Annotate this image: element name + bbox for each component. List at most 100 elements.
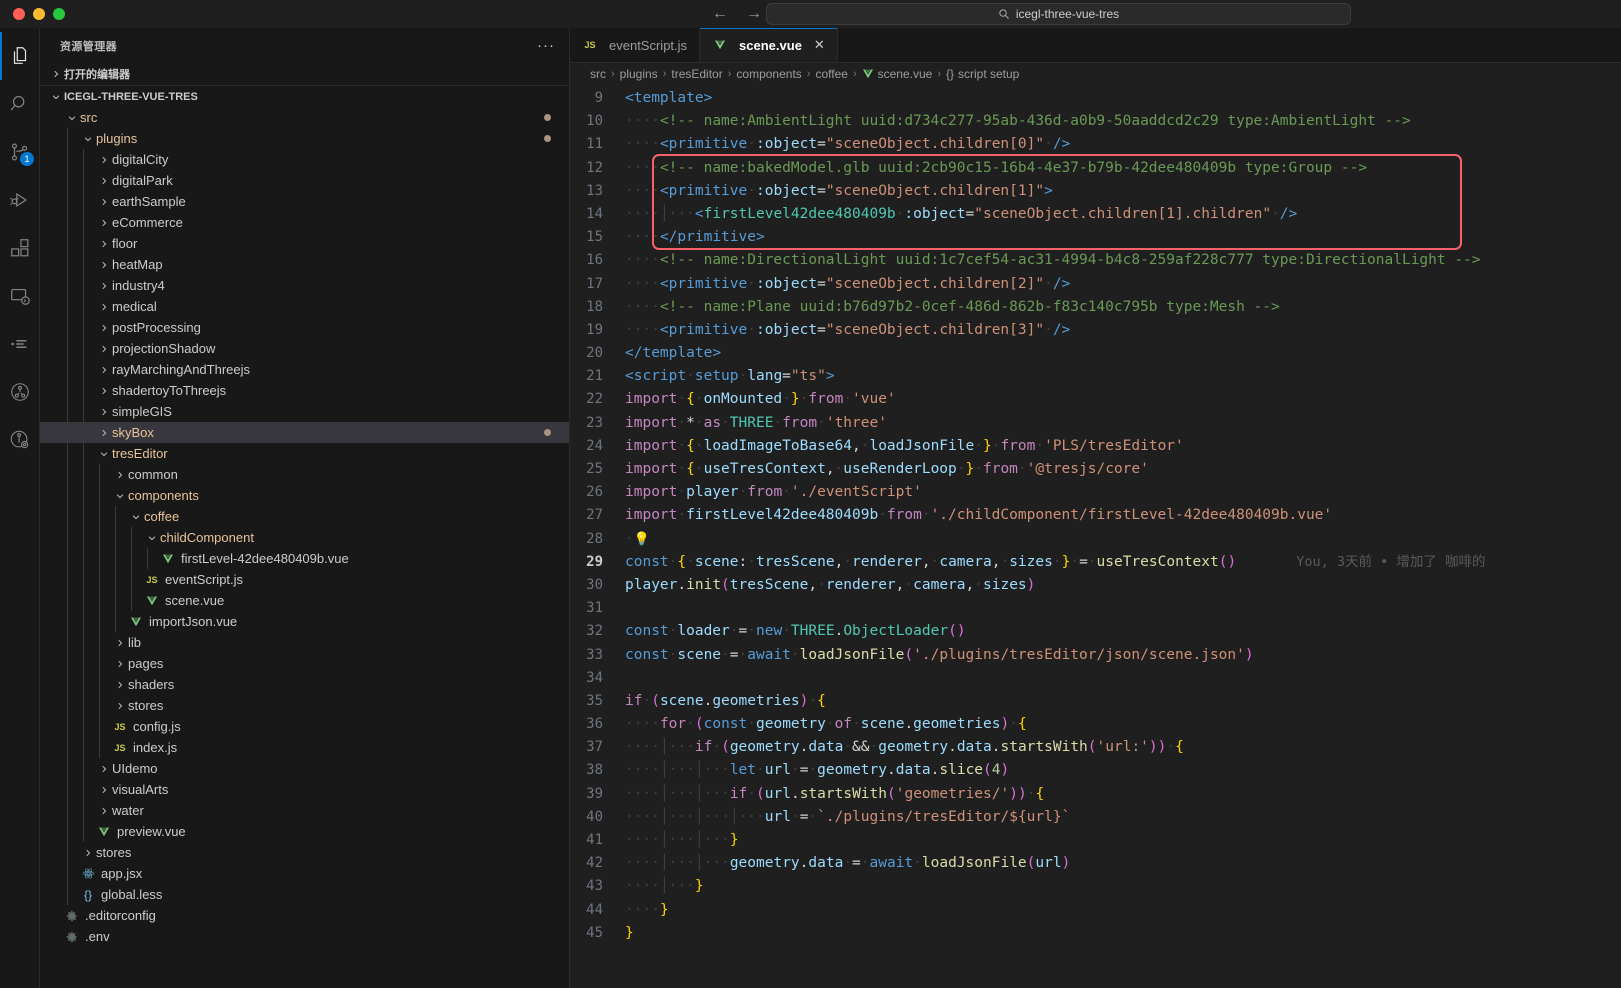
chevron-right-icon[interactable]	[96, 386, 112, 396]
chevron-right-icon[interactable]	[96, 344, 112, 354]
code-line[interactable]: 27import·firstLevel42dee480409b·from·'./…	[570, 504, 1621, 527]
code-line[interactable]: 12····<!-- name:bakedModel.glb uuid:2cb9…	[570, 157, 1621, 180]
chevron-right-icon[interactable]	[96, 218, 112, 228]
chevron-right-icon[interactable]	[112, 470, 128, 480]
editor-tab[interactable]: scene.vue✕	[700, 28, 838, 62]
code-line[interactable]: 45}	[570, 922, 1621, 945]
tree-folder-row[interactable]: water	[40, 800, 569, 821]
maximize-window-button[interactable]	[53, 8, 65, 20]
chevron-down-icon[interactable]	[80, 134, 96, 144]
tree-file-row[interactable]: app.jsx	[40, 863, 569, 884]
back-arrow-icon[interactable]: ←	[712, 6, 728, 22]
tree-folder-row[interactable]: eCommerce	[40, 212, 569, 233]
tree-folder-row[interactable]: medical	[40, 296, 569, 317]
code-line[interactable]: 24import·{·loadImageToBase64,·loadJsonFi…	[570, 435, 1621, 458]
chevron-right-icon[interactable]	[80, 848, 96, 858]
chevron-right-icon[interactable]	[96, 155, 112, 165]
code-line[interactable]: 40····│···│···│···url·=·`./plugins/tresE…	[570, 806, 1621, 829]
tree-file-row[interactable]: JSeventScript.js	[40, 569, 569, 590]
chevron-right-icon[interactable]	[96, 785, 112, 795]
tree-folder-row[interactable]: projectionShadow	[40, 338, 569, 359]
code-line[interactable]: 19····<primitive·:object="sceneObject.ch…	[570, 319, 1621, 342]
tree-folder-row[interactable]: shaders	[40, 674, 569, 695]
tree-folder-row[interactable]: heatMap	[40, 254, 569, 275]
tree-file-row[interactable]: firstLevel-42dee480409b.vue	[40, 548, 569, 569]
breadcrumb-item[interactable]: components	[736, 67, 801, 81]
chevron-right-icon[interactable]	[96, 428, 112, 438]
chevron-right-icon[interactable]	[112, 659, 128, 669]
tree-folder-row[interactable]: digitalCity	[40, 149, 569, 170]
activity-search[interactable]	[0, 80, 40, 128]
open-editors-section[interactable]: 打开的编辑器	[40, 63, 569, 85]
activity-extensions[interactable]	[0, 224, 40, 272]
code-line[interactable]: 10····<!-- name:AmbientLight uuid:d734c2…	[570, 110, 1621, 133]
activity-explorer[interactable]	[0, 32, 40, 80]
code-line[interactable]: 44····}	[570, 899, 1621, 922]
code-line[interactable]: 9<template>	[570, 87, 1621, 110]
breadcrumb-item[interactable]: src	[590, 67, 606, 81]
chevron-right-icon[interactable]	[96, 806, 112, 816]
tree-file-row[interactable]: JSindex.js	[40, 737, 569, 758]
code-line[interactable]: 14····│···<firstLevel42dee480409b·:objec…	[570, 203, 1621, 226]
chevron-right-icon[interactable]	[96, 239, 112, 249]
code-line[interactable]: 26import·player·from·'./eventScript'	[570, 481, 1621, 504]
tree-folder-row[interactable]: src	[40, 107, 569, 128]
activity-git-graph[interactable]	[0, 368, 40, 416]
activity-testing[interactable]	[0, 320, 40, 368]
chevron-right-icon[interactable]	[96, 365, 112, 375]
tree-file-row[interactable]: {}global.less	[40, 884, 569, 905]
code-line[interactable]: 13····<primitive·:object="sceneObject.ch…	[570, 180, 1621, 203]
tree-file-row[interactable]: preview.vue	[40, 821, 569, 842]
code-line[interactable]: 18····<!-- name:Plane uuid:b76d97b2-0cef…	[570, 296, 1621, 319]
tree-folder-row[interactable]: plugins	[40, 128, 569, 149]
activity-source-control[interactable]: 1	[0, 128, 40, 176]
tree-folder-row[interactable]: visualArts	[40, 779, 569, 800]
tree-folder-row[interactable]: pages	[40, 653, 569, 674]
breadcrumb-item[interactable]: tresEditor	[671, 67, 722, 81]
code-editor[interactable]: 9<template>10····<!-- name:AmbientLight …	[570, 85, 1621, 988]
chevron-right-icon[interactable]	[112, 680, 128, 690]
chevron-right-icon[interactable]	[96, 323, 112, 333]
code-line[interactable]: 34	[570, 667, 1621, 690]
chevron-right-icon[interactable]	[96, 176, 112, 186]
code-line[interactable]: 42····│···│···geometry.data·=·await·load…	[570, 852, 1621, 875]
code-line[interactable]: 28·💡	[570, 528, 1621, 551]
tree-folder-row[interactable]: shadertoyToThreejs	[40, 380, 569, 401]
code-line[interactable]: 15····</primitive>	[570, 226, 1621, 249]
chevron-down-icon[interactable]	[112, 491, 128, 501]
tree-folder-row[interactable]: UIdemo	[40, 758, 569, 779]
tree-folder-row[interactable]: childComponent	[40, 527, 569, 548]
chevron-right-icon[interactable]	[96, 281, 112, 291]
tree-file-row[interactable]: JSconfig.js	[40, 716, 569, 737]
chevron-right-icon[interactable]	[96, 197, 112, 207]
chevron-down-icon[interactable]	[64, 113, 80, 123]
tree-folder-row[interactable]: stores	[40, 842, 569, 863]
chevron-down-icon[interactable]	[144, 533, 160, 543]
breadcrumb-item[interactable]: coffee	[815, 67, 847, 81]
close-icon[interactable]: ✕	[814, 37, 825, 53]
code-line[interactable]: 22import·{·onMounted·}·from·'vue'	[570, 388, 1621, 411]
code-line[interactable]: 32const·loader·=·new·THREE.ObjectLoader(…	[570, 620, 1621, 643]
minimize-window-button[interactable]	[33, 8, 45, 20]
code-line[interactable]: 29const·{·scene:·tresScene,·renderer,·ca…	[570, 551, 1621, 574]
activity-project-manager[interactable]	[0, 416, 40, 464]
close-window-button[interactable]	[13, 8, 25, 20]
sidebar-more-actions-icon[interactable]: ···	[537, 42, 555, 50]
code-line[interactable]: 37····│···if·(geometry.data·&&·geometry.…	[570, 736, 1621, 759]
code-line[interactable]: 33const·scene·=·await·loadJsonFile('./pl…	[570, 644, 1621, 667]
tree-folder-row[interactable]: common	[40, 464, 569, 485]
tree-folder-row[interactable]: components	[40, 485, 569, 506]
editor-tab[interactable]: JSeventScript.js	[570, 28, 700, 62]
chevron-right-icon[interactable]	[96, 302, 112, 312]
tree-folder-row[interactable]: tresEditor	[40, 443, 569, 464]
forward-arrow-icon[interactable]: →	[746, 6, 762, 22]
tree-folder-row[interactable]: postProcessing	[40, 317, 569, 338]
tree-folder-row[interactable]: coffee	[40, 506, 569, 527]
tree-folder-row[interactable]: lib	[40, 632, 569, 653]
chevron-right-icon[interactable]	[96, 260, 112, 270]
tree-folder-row[interactable]: earthSample	[40, 191, 569, 212]
code-line[interactable]: 35if·(scene.geometries)·{	[570, 690, 1621, 713]
code-line[interactable]: 25import·{·useTresContext,·useRenderLoop…	[570, 458, 1621, 481]
code-line[interactable]: 36····for·(const·geometry·of·scene.geome…	[570, 713, 1621, 736]
breadcrumb-item[interactable]: {}script setup	[946, 67, 1019, 81]
